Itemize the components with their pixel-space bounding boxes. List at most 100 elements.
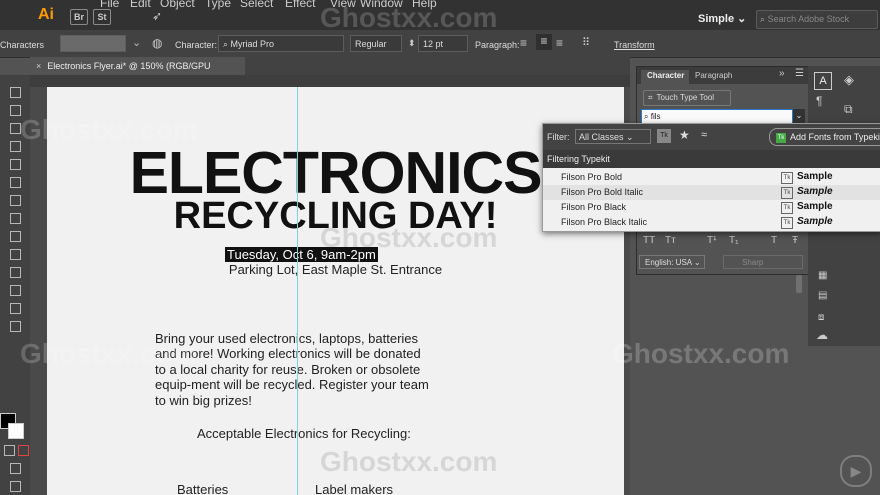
workspace-switcher[interactable]: Simple ⌄ <box>698 12 746 25</box>
character-label[interactable]: Character: <box>175 40 217 50</box>
bridge-button[interactable]: Br <box>70 9 88 25</box>
align-center-icon[interactable]: ≡ <box>536 34 552 50</box>
brush-tool-icon[interactable] <box>10 195 21 206</box>
artboards-icon[interactable]: ⧉ <box>844 102 853 117</box>
vertical-guide[interactable] <box>297 87 298 495</box>
characters-label: Characters <box>0 40 45 50</box>
none-swatch-icon[interactable] <box>18 445 29 456</box>
zoom-tool-icon[interactable] <box>10 321 21 332</box>
pencil-tool-icon[interactable] <box>10 213 21 224</box>
menu-file[interactable]: File <box>100 0 119 10</box>
font-family-field[interactable]: ⌕ Myriad Pro <box>218 35 344 52</box>
watermark-text: Ghostxx.com <box>20 338 198 369</box>
font-style-field[interactable]: Regular <box>350 35 402 52</box>
font-name: Filson Pro Black <box>561 202 627 212</box>
document-tab[interactable]: ×Electronics Flyer.ai* @ 150% (RGB/GPU P… <box>30 57 245 89</box>
touch-type-icon: ⌗ <box>648 93 653 102</box>
all-caps-icon[interactable]: TT <box>643 235 655 246</box>
cc-libraries-icon[interactable]: ☁ <box>816 328 828 342</box>
watermark-text: Ghostxx.com <box>320 446 498 477</box>
filtering-typekit-header: Filtering Typekit <box>543 150 880 168</box>
rotate-tool-icon[interactable] <box>10 249 21 260</box>
workspace-label: Simple <box>698 13 735 25</box>
collapse-icon[interactable]: » <box>779 68 785 79</box>
draw-mode-icon[interactable] <box>10 463 21 474</box>
filter-classes-select[interactable]: All Classes ⌄ <box>575 129 651 144</box>
search-icon: ⌕ <box>644 112 649 121</box>
font-row-filson-pro-bold-italic[interactable]: Filson Pro Bold Italic Tk Sample <box>543 185 880 200</box>
transform-link[interactable]: Transform <box>614 40 655 50</box>
selection-tool-icon[interactable] <box>10 87 21 98</box>
horizontal-ruler[interactable] <box>30 75 630 87</box>
eraser-tool-icon[interactable] <box>10 231 21 242</box>
font-row-filson-pro-black-italic[interactable]: Filson Pro Black Italic Tk Sample <box>543 215 880 230</box>
symbols-icon[interactable]: ⧈ <box>818 312 824 323</box>
underline-icon[interactable]: T <box>771 235 777 246</box>
similar-fonts-icon[interactable]: ≈ <box>701 129 707 141</box>
grid-icon[interactable]: ▦ <box>818 270 827 281</box>
align-left-icon[interactable]: ≡ <box>520 36 527 50</box>
font-family-value: Myriad Pro <box>230 39 275 49</box>
language-value: English: USA <box>645 258 692 267</box>
font-name: Filson Pro Bold <box>561 172 623 182</box>
rectangle-tool-icon[interactable] <box>10 177 21 188</box>
menu-select[interactable]: Select <box>240 0 273 10</box>
dropdown-arrow-icon[interactable]: ⌄ <box>132 36 141 49</box>
line-tool-icon[interactable] <box>10 159 21 170</box>
font-row-filson-pro-black[interactable]: Filson Pro Black Tk Sample <box>543 200 880 215</box>
panel-scrollbar[interactable] <box>796 275 802 293</box>
align-right-icon[interactable]: ≡ <box>556 36 563 50</box>
color-mode-icon[interactable] <box>4 445 15 456</box>
stroke-swatch[interactable] <box>8 423 24 439</box>
layers-icon[interactable]: ◈ <box>844 72 854 88</box>
touch-type-button[interactable]: ⌗ Touch Type Tool <box>643 90 731 106</box>
small-caps-icon[interactable]: Tт <box>665 235 676 246</box>
typekit-icon: Tk <box>781 187 793 199</box>
subscript-icon[interactable]: T₁ <box>729 235 738 246</box>
menu-effect[interactable]: Effect <box>285 0 315 10</box>
options-icon[interactable]: ⠿ <box>582 36 590 49</box>
language-select[interactable]: English: USA ⌄ <box>639 255 705 269</box>
artboard[interactable]: ELECTRONICS RECYCLING DAY! Tuesday, Oct … <box>47 87 624 495</box>
stock-search-input[interactable]: ⌕ Search Adobe Stock <box>756 10 878 29</box>
eyedropper-tool-icon[interactable] <box>10 303 21 314</box>
paragraph-label[interactable]: Paragraph: <box>475 40 520 50</box>
font-size-field[interactable]: 12 pt <box>418 35 468 52</box>
strikethrough-icon[interactable]: Ŧ <box>792 235 798 246</box>
globe-icon[interactable]: ◍ <box>152 36 162 50</box>
superscript-icon[interactable]: T¹ <box>707 235 716 246</box>
stock-button[interactable]: St <box>93 9 111 25</box>
font-search-input[interactable]: ⌕ fils <box>641 109 793 124</box>
favorites-star-icon[interactable]: ★ <box>679 128 690 142</box>
scale-tool-icon[interactable] <box>10 267 21 278</box>
character-panel-icon[interactable]: A <box>814 72 832 90</box>
font-row-filson-pro-bold[interactable]: Filson Pro Bold Tk Sample <box>543 170 880 185</box>
tab-paragraph[interactable]: Paragraph <box>695 71 732 80</box>
chevron-down-icon[interactable]: ⌄ <box>793 109 805 123</box>
add-fonts-label: Add Fonts from Typekit <box>790 132 880 142</box>
filter-classes-value: All Classes <box>579 132 624 142</box>
size-stepper-icon[interactable]: ⬍ <box>408 38 416 49</box>
location-text[interactable]: Parking Lot, East Maple St. Entrance <box>47 262 624 277</box>
color-swatch-field[interactable] <box>60 35 126 52</box>
illustrator-logo[interactable]: Ai <box>38 6 54 24</box>
swatches-icon[interactable]: ▤ <box>818 290 827 301</box>
menu-object[interactable]: Object <box>160 0 195 10</box>
add-fonts-typekit-button[interactable]: Tk Add Fonts from Typekit <box>769 128 880 146</box>
close-icon[interactable]: × <box>36 61 41 71</box>
antialias-select[interactable]: Sharp <box>723 255 803 269</box>
send-icon[interactable]: ➶ <box>152 9 162 23</box>
list-item[interactable]: Label makers <box>315 482 393 495</box>
tab-character[interactable]: Character <box>647 71 684 80</box>
watermark-text: Ghostxx.com <box>320 2 498 33</box>
panel-menu-icon[interactable]: ☰ <box>795 68 804 79</box>
menu-edit[interactable]: Edit <box>130 0 151 10</box>
list-item[interactable]: Batteries <box>177 482 228 495</box>
menu-type[interactable]: Type <box>205 0 231 10</box>
paragraph-panel-icon[interactable]: ¶ <box>816 94 822 108</box>
typekit-filter-icon[interactable]: Tk <box>657 129 671 143</box>
graph-tool-icon[interactable] <box>10 285 21 296</box>
accept-heading[interactable]: Acceptable Electronics for Recycling: <box>197 426 411 441</box>
font-sample: Sample <box>797 216 833 227</box>
screen-mode-icon[interactable] <box>10 481 21 492</box>
